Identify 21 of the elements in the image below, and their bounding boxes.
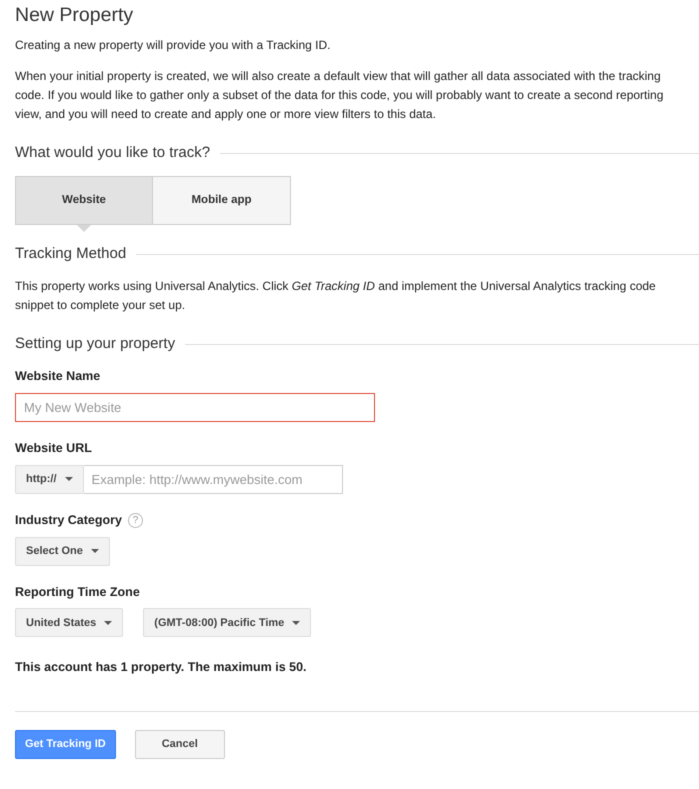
input-field[interactable]: My New Website bbox=[15, 393, 375, 422]
protocol-dropdown[interactable]: http:// bbox=[15, 464, 84, 494]
cancel-button[interactable]: Cancel bbox=[134, 730, 225, 760]
category-dropdown[interactable]: Select One bbox=[15, 536, 110, 566]
segment-tab[interactable]: Mobile app bbox=[153, 176, 291, 226]
field-label: Reporting Time Zone bbox=[15, 584, 141, 601]
field-label: Website Name bbox=[15, 368, 102, 386]
section-heading: What would you like to track? bbox=[15, 144, 210, 162]
paragraph: This property works using Universal Analytics. Click Get Tracking ID and implement the Universal Analytics tracking code snippet to complete your set up. bbox=[15, 278, 657, 314]
page-title: New Property bbox=[15, 4, 134, 28]
paragraph: Creating a new property will provide you with a Tracking ID. bbox=[15, 37, 332, 54]
field-label: Industry Category bbox=[15, 512, 122, 529]
account-note: This account has 1 property. The maximum is 50. bbox=[15, 659, 308, 676]
timezone-dropdown[interactable]: (GMT-08:00) Pacific Time bbox=[143, 608, 312, 638]
country-dropdown[interactable]: United States bbox=[15, 608, 124, 638]
section-heading: Setting up your property bbox=[15, 335, 176, 354]
field-label: Website URL bbox=[15, 440, 93, 458]
section-heading: Tracking Method bbox=[15, 245, 126, 264]
paragraph: When your initial property is created, we will also create a default view that will gather all data associated with the tracking code. If you would like to gather only a subset of the data for this code, you will probably want to create a second reporting view, and you will need to create and apply one or more view filters to this data. bbox=[15, 68, 664, 124]
input-field[interactable]: Example: http://www.mywebsite.com bbox=[84, 464, 343, 494]
pointer-icon bbox=[77, 225, 91, 232]
